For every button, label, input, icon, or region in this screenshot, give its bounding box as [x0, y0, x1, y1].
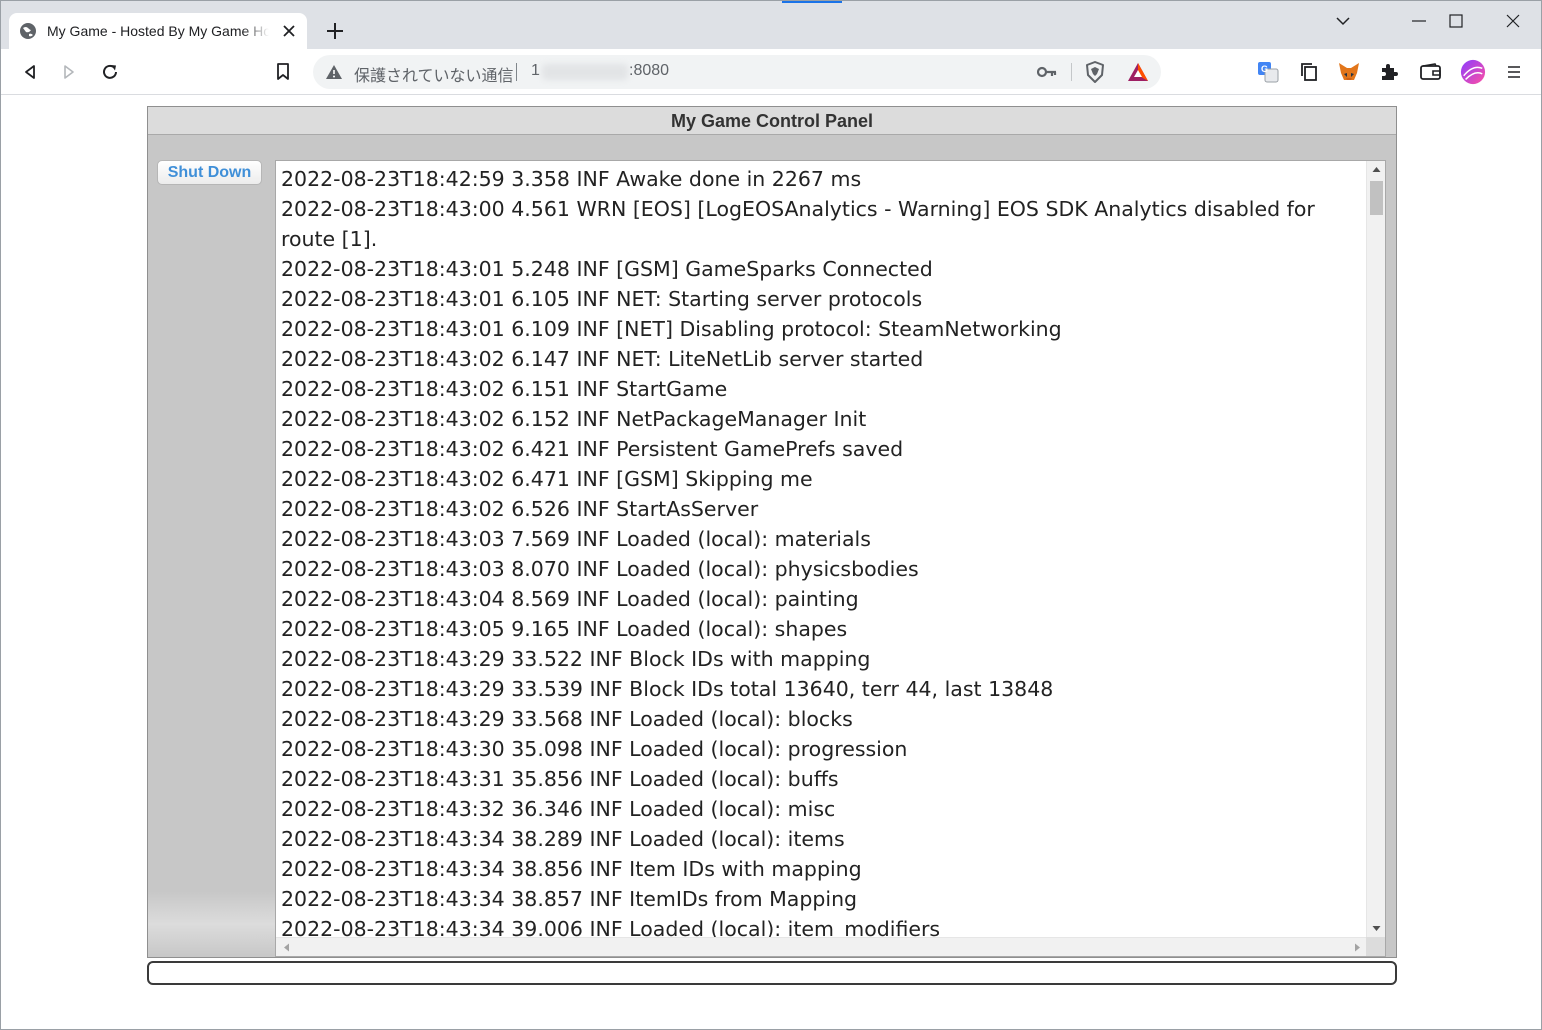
log-line: 2022-08-23T18:43:29 33.522 INF Block IDs…	[281, 647, 871, 671]
browser-window: My Game - Hosted By My Game Host 保護されていな…	[0, 0, 1542, 1030]
bookmark-icon	[277, 63, 289, 80]
globe-icon	[20, 23, 36, 39]
log-line: 2022-08-23T18:43:02 6.471 INF [GSM] Skip…	[281, 467, 813, 491]
new-tab-icon[interactable]	[323, 19, 347, 43]
shut-down-button[interactable]: Shut Down	[157, 160, 262, 185]
address-bar[interactable]: 保護されていない通信 1 :8080	[313, 55, 1161, 89]
reload-icon	[103, 64, 117, 79]
bat-rewards-icon[interactable]	[1126, 61, 1150, 83]
log-line: 2022-08-23T18:43:01 6.109 INF [NET] Disa…	[281, 317, 1062, 341]
wallet-button[interactable]	[1418, 59, 1444, 85]
reload-button[interactable]	[97, 59, 123, 85]
url-prefix[interactable]: 1	[531, 62, 540, 80]
scroll-up-arrow-icon[interactable]	[1371, 165, 1382, 175]
maximize-button[interactable]	[1440, 9, 1472, 33]
forward-icon	[64, 65, 74, 79]
log-line: 2022-08-23T18:43:02 6.147 INF NET: LiteN…	[281, 347, 924, 371]
vertical-scrollbar[interactable]	[1366, 161, 1385, 937]
security-status-label[interactable]: 保護されていない通信	[354, 62, 514, 86]
panel-sidebar: Shut Down	[148, 136, 275, 957]
log-lines: 2022-08-23T18:42:59 3.358 INF Awake done…	[281, 164, 1367, 944]
forward-button[interactable]	[56, 59, 82, 85]
tab-strip: My Game - Hosted By My Game Host	[1, 1, 1541, 49]
metamask-button[interactable]	[1336, 59, 1362, 85]
warning-icon[interactable]	[325, 64, 343, 80]
address-divider-2	[1071, 63, 1072, 81]
log-line: 2022-08-23T18:43:03 8.070 INF Loaded (lo…	[281, 557, 919, 581]
log-line: 2022-08-23T18:42:59 3.358 INF Awake done…	[281, 167, 862, 191]
log-line: 2022-08-23T18:43:34 38.289 INF Loaded (l…	[281, 827, 845, 851]
page-viewport: My Game Control Panel Shut Down 2022-08-…	[1, 96, 1541, 1029]
bookmark-button[interactable]	[270, 59, 296, 85]
scroll-left-arrow-icon[interactable]	[282, 942, 292, 953]
maximize-icon	[1449, 14, 1463, 28]
avatar	[1460, 59, 1486, 85]
log-line: 2022-08-23T18:43:29 33.568 INF Loaded (l…	[281, 707, 853, 731]
close-icon[interactable]	[281, 23, 297, 39]
log-line: 2022-08-23T18:43:34 38.857 INF ItemIDs f…	[281, 887, 858, 911]
server-log[interactable]: 2022-08-23T18:42:59 3.358 INF Awake done…	[275, 160, 1386, 957]
horizontal-scrollbar[interactable]	[276, 937, 1368, 956]
key-icon[interactable]	[1037, 64, 1057, 80]
metamask-fox-icon	[1339, 63, 1359, 80]
copy-button[interactable]	[1296, 59, 1322, 85]
svg-text:G: G	[1261, 64, 1268, 74]
copy-icon	[1301, 63, 1317, 81]
back-icon	[25, 65, 35, 79]
log-line: 2022-08-23T18:43:00 4.561 WRN [EOS] [Log…	[281, 197, 1315, 251]
log-line: 2022-08-23T18:43:04 8.569 INF Loaded (lo…	[281, 587, 859, 611]
log-line: 2022-08-23T18:43:02 6.151 INF StartGame	[281, 377, 728, 401]
log-line: 2022-08-23T18:43:32 36.346 INF Loaded (l…	[281, 797, 836, 821]
panel-title: My Game Control Panel	[148, 107, 1396, 135]
control-panel: My Game Control Panel Shut Down 2022-08-…	[147, 106, 1397, 958]
address-divider	[516, 63, 517, 81]
log-line: 2022-08-23T18:43:05 9.165 INF Loaded (lo…	[281, 617, 848, 641]
log-line: 2022-08-23T18:43:29 33.539 INF Block IDs…	[281, 677, 1054, 701]
profile-button[interactable]	[1460, 59, 1486, 85]
scrollbar-corner	[1366, 937, 1385, 956]
brave-shield-icon[interactable]	[1084, 61, 1106, 83]
menu-button[interactable]	[1501, 59, 1527, 85]
wallet-icon	[1420, 63, 1441, 80]
log-line: 2022-08-23T18:43:31 35.856 INF Loaded (l…	[281, 767, 839, 791]
redacted-address	[542, 64, 628, 80]
chevron-down-icon	[1336, 17, 1350, 26]
minimize-icon	[1412, 20, 1426, 22]
hamburger-menu-icon	[1508, 66, 1520, 78]
window-close-button[interactable]	[1497, 9, 1529, 33]
translate-button[interactable]: G	[1255, 59, 1281, 85]
tab-my-game[interactable]: My Game - Hosted By My Game Host	[9, 13, 307, 49]
extensions-button[interactable]	[1376, 59, 1402, 85]
log-line: 2022-08-23T18:43:01 6.105 INF NET: Start…	[281, 287, 923, 311]
vertical-scroll-thumb[interactable]	[1370, 181, 1383, 215]
tab-title: My Game - Hosted By My Game Host	[47, 23, 269, 39]
log-line: 2022-08-23T18:43:02 6.421 INF Persistent…	[281, 437, 904, 461]
back-button[interactable]	[17, 59, 43, 85]
tab-strip-indicator	[782, 1, 842, 3]
scroll-right-arrow-icon[interactable]	[1352, 942, 1362, 953]
minimize-button[interactable]	[1403, 9, 1435, 33]
close-icon	[1506, 14, 1520, 28]
browser-toolbar: 保護されていない通信 1 :8080 G	[1, 49, 1541, 95]
log-line: 2022-08-23T18:43:03 7.569 INF Loaded (lo…	[281, 527, 871, 551]
log-line: 2022-08-23T18:43:02 6.152 INF NetPackage…	[281, 407, 867, 431]
scroll-down-arrow-icon[interactable]	[1371, 923, 1382, 933]
log-line: 2022-08-23T18:43:02 6.526 INF StartAsSer…	[281, 497, 759, 521]
log-line: 2022-08-23T18:43:30 35.098 INF Loaded (l…	[281, 737, 908, 761]
tab-search-button[interactable]	[1327, 9, 1359, 33]
log-line: 2022-08-23T18:43:01 5.248 INF [GSM] Game…	[281, 257, 933, 281]
log-line: 2022-08-23T18:43:34 38.856 INF Item IDs …	[281, 857, 862, 881]
command-input[interactable]	[147, 961, 1397, 985]
url-port[interactable]: :8080	[629, 62, 669, 80]
puzzle-icon	[1382, 64, 1398, 80]
google-translate-icon: G	[1258, 62, 1279, 83]
